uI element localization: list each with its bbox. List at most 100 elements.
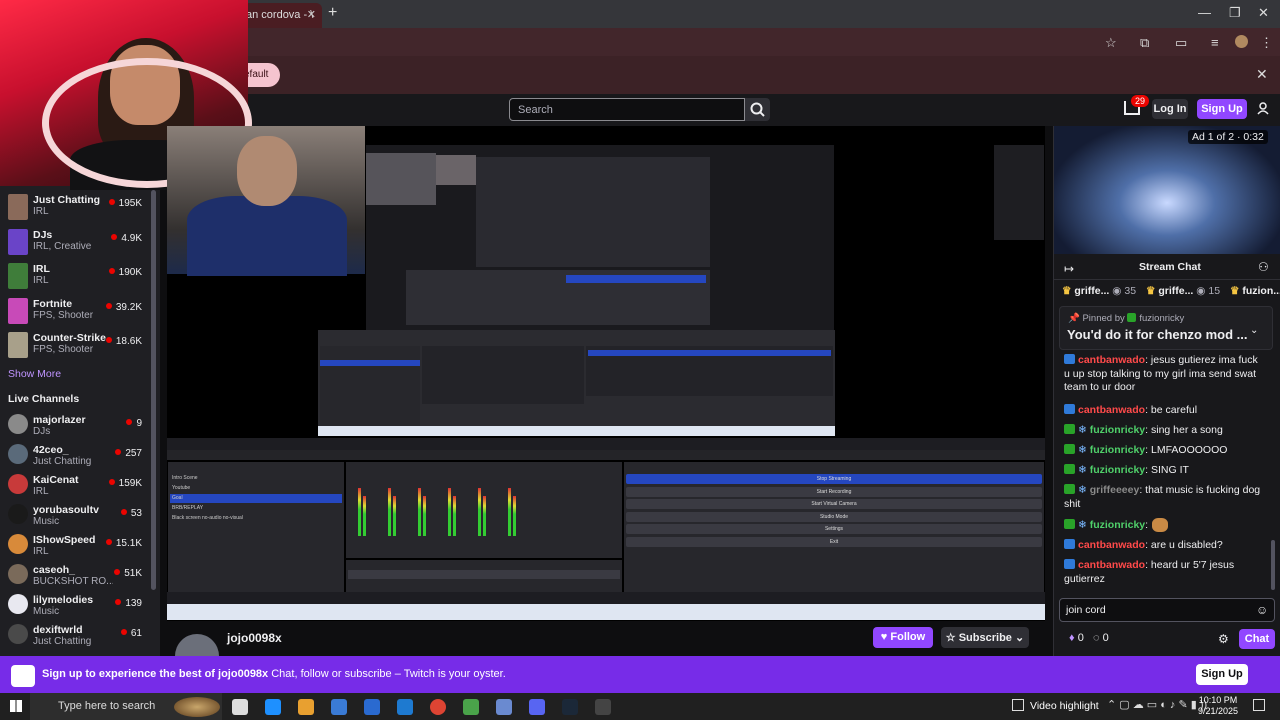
chat-send-button[interactable]: Chat: [1239, 629, 1275, 649]
close-window-icon[interactable]: ✕: [1258, 5, 1269, 21]
follow-button[interactable]: ♥ Follow: [873, 627, 933, 648]
gifter-entry[interactable]: ♛ griffe... ◉ 35: [1062, 285, 1136, 297]
extensions-icon[interactable]: ⧉: [1140, 35, 1149, 51]
new-tab-icon[interactable]: +: [328, 4, 337, 22]
chat-message[interactable]: ❄ fuzionricky: LMFAOOOOOO: [1064, 444, 1264, 458]
pinned-by-label: 📌 Pinned by fuzionricky: [1068, 313, 1185, 324]
chat-username[interactable]: cantbanwado: [1078, 354, 1145, 366]
user-icon[interactable]: [1257, 102, 1269, 115]
minecraft-icon[interactable]: [463, 699, 479, 715]
menu-icon[interactable]: ⋮: [1260, 35, 1273, 51]
live-channel-item[interactable]: IShowSpeed IRL 15.1K: [0, 534, 150, 568]
chat-username[interactable]: cantbanwado: [1078, 559, 1145, 571]
community-icon[interactable]: ⚇: [1258, 260, 1269, 274]
viewer-count: 51K: [114, 568, 142, 579]
obs-scene-item: Goal: [170, 494, 342, 503]
gift-leaderboard[interactable]: ♛ griffe... ◉ 35 ♛ griffe... ◉ 15 ♛ fuzion…: [1054, 281, 1280, 303]
obs-nested-docks: [318, 330, 835, 436]
bookmark-star-icon[interactable]: ☆: [1105, 35, 1117, 51]
store-icon[interactable]: [364, 699, 380, 715]
search-input[interactable]: Search: [509, 98, 745, 121]
sidepanel-icon[interactable]: ▭: [1175, 35, 1187, 51]
gifter-entry[interactable]: ♛ griffe... ◉ 15: [1146, 285, 1220, 297]
copilot-icon[interactable]: [298, 699, 314, 715]
media-icon[interactable]: ≡: [1211, 35, 1219, 50]
category-thumbnail: [8, 228, 28, 255]
profile-avatar[interactable]: [1235, 35, 1248, 48]
close-tab-icon[interactable]: ✕: [307, 8, 316, 21]
banner-close-icon[interactable]: ✕: [1256, 66, 1268, 83]
audio-meter: [478, 488, 481, 536]
category-tags: FPS, Shooter: [33, 309, 94, 321]
file-explorer-icon[interactable]: [331, 699, 347, 715]
task-view-icon[interactable]: [232, 699, 248, 715]
chat-settings-icon[interactable]: ⚙: [1218, 632, 1229, 646]
taskbar-clock[interactable]: 10:10 PM 9/21/2025: [1198, 695, 1238, 717]
restore-icon[interactable]: ❐: [1229, 5, 1241, 21]
chat-message[interactable]: cantbanwado: jesus gutierez ima fuck u u…: [1064, 354, 1264, 395]
subscribe-button[interactable]: ☆ Subscribe ⌄: [941, 627, 1029, 648]
live-channel-item[interactable]: dexiftwrld Just Chatting 61: [0, 624, 150, 658]
chat-username[interactable]: cantbanwado: [1078, 539, 1145, 551]
channel-points[interactable]: ♦ 0 ◌ 0: [1069, 632, 1109, 644]
chat-message[interactable]: cantbanwado: heard ur 5'7 jesus gutierre…: [1064, 559, 1264, 586]
chat-username[interactable]: fuzionricky: [1090, 424, 1145, 436]
sidebar-category-item[interactable]: IRL IRL 190K: [0, 263, 150, 297]
chat-message[interactable]: ❄ griffeeeey: that music is fucking dog …: [1064, 484, 1264, 511]
steam-icon[interactable]: [562, 699, 578, 715]
chat-badge: [1064, 404, 1075, 414]
chat-username[interactable]: fuzionricky: [1090, 519, 1145, 531]
chrome-icon[interactable]: [430, 699, 446, 715]
sidebar-category-item[interactable]: DJs IRL, Creative 4.9K: [0, 228, 150, 263]
search-button[interactable]: [745, 98, 770, 121]
live-channel-item[interactable]: yorubasoultv Music 53: [0, 504, 150, 538]
chat-message[interactable]: cantbanwado: be careful: [1064, 404, 1264, 418]
chat-message[interactable]: ❄ fuzionricky: SING IT: [1064, 464, 1264, 478]
sidebar: Just Chatting IRL 195K DJs IRL, Creative 4.9K…: [0, 186, 160, 656]
minimize-icon[interactable]: —: [1198, 5, 1211, 20]
obs-controls-panel: Stop Streaming Start Recording Start Virtu…: [624, 462, 1044, 592]
start-icon[interactable]: [10, 700, 22, 712]
sidebar-category-item[interactable]: Just Chatting IRL 195K: [0, 194, 150, 228]
channel-category: DJs: [33, 426, 51, 437]
video-highlight-label[interactable]: Video highlight: [1030, 700, 1099, 712]
chat-username[interactable]: fuzionricky: [1090, 444, 1145, 456]
browser-tab[interactable]: an cordova - \ ✕: [240, 3, 322, 28]
chat-scrollbar[interactable]: [1271, 540, 1275, 590]
outlook-icon[interactable]: [397, 699, 413, 715]
live-channel-item[interactable]: caseoh_ BUCKSHOT RO... 51K: [0, 564, 150, 598]
chat-username[interactable]: griffeeeey: [1090, 484, 1140, 496]
channel-name[interactable]: jojo0098x: [227, 631, 282, 645]
sidebar-scrollbar[interactable]: [151, 190, 156, 590]
search-highlight-image: [174, 697, 220, 717]
live-channel-item[interactable]: 42ceo_ Just Chatting 257: [0, 444, 150, 478]
emote-picker-icon[interactable]: ☺: [1256, 603, 1268, 617]
edge-icon[interactable]: [265, 699, 281, 715]
notification-center-icon[interactable]: [1253, 699, 1265, 711]
promo-signup-button[interactable]: Sign Up: [1196, 664, 1248, 685]
live-channel-item[interactable]: KaiCenat IRL 159K: [0, 474, 150, 508]
chat-message[interactable]: cantbanwado: are u disabled?: [1064, 539, 1264, 553]
chat-username[interactable]: fuzionricky: [1090, 464, 1145, 476]
audio-meter: [508, 488, 511, 536]
show-more-link[interactable]: Show More: [8, 368, 61, 380]
collapse-chat-icon[interactable]: ↦: [1064, 262, 1074, 276]
chat-ad[interactable]: [1054, 126, 1280, 254]
sidebar-category-item[interactable]: Counter-Strike FPS, Shooter 18.6K: [0, 332, 150, 366]
chat-message[interactable]: ❄ fuzionricky: sing her a song: [1064, 424, 1264, 438]
obs-icon[interactable]: [595, 699, 611, 715]
chat-username[interactable]: cantbanwado: [1078, 404, 1145, 416]
live-channel-item[interactable]: lilymelodies Music 139: [0, 594, 150, 628]
chevron-down-icon[interactable]: ⌄: [1250, 325, 1258, 336]
channel-name: yorubasoultv: [33, 504, 99, 516]
tray-icons[interactable]: ⌃ ▢ ☁ ▭ ◐ ♪ ✎ ▮ )): [1107, 698, 1207, 711]
login-button[interactable]: Log In: [1152, 99, 1188, 119]
app-icon[interactable]: [496, 699, 512, 715]
sidebar-category-item[interactable]: Fortnite FPS, Shooter 39.2K: [0, 297, 150, 332]
chat-input[interactable]: join cord: [1059, 598, 1275, 622]
discord-icon[interactable]: [529, 699, 545, 715]
gifter-entry[interactable]: ♛ fuzion...: [1230, 285, 1280, 297]
snowflake-badge: ❄: [1078, 444, 1090, 456]
signup-button[interactable]: Sign Up: [1197, 99, 1247, 119]
live-channel-item[interactable]: majorlazer DJs 9: [0, 414, 150, 448]
